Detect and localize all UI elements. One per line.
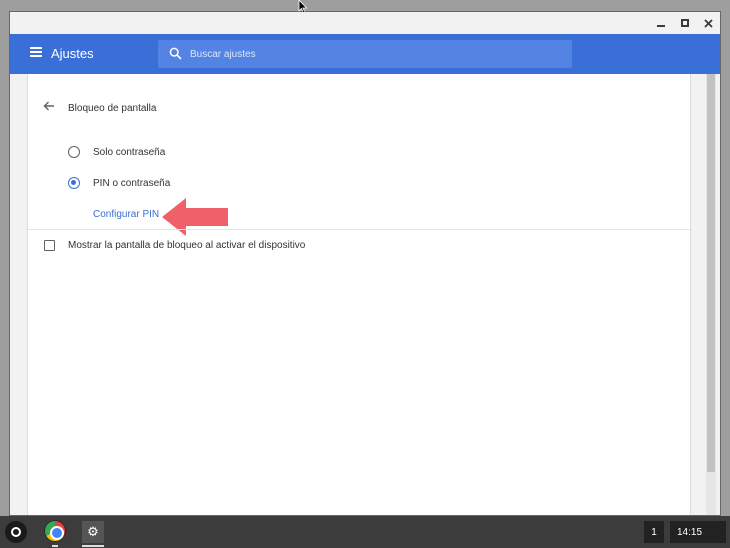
checkbox[interactable] (44, 240, 55, 251)
maximize-icon (681, 19, 689, 27)
red-pointer-arrow-icon (162, 198, 228, 236)
launcher-icon (11, 527, 21, 537)
app-title: Ajustes (51, 46, 94, 61)
settings-card: Bloqueo de pantalla Solo contraseña PIN … (27, 74, 692, 515)
search-input[interactable] (190, 40, 560, 68)
active-indicator (82, 545, 104, 547)
radio-button-selected[interactable] (68, 177, 80, 189)
radio-button[interactable] (68, 146, 80, 158)
settings-gear-icon[interactable]: ⚙ (82, 521, 104, 543)
vertical-scrollbar[interactable] (706, 74, 716, 515)
system-clock[interactable]: 14:15 (670, 521, 726, 543)
scrollbar-thumb[interactable] (707, 74, 715, 472)
taskbar-shelf: ⚙ 1 14:15 (0, 516, 730, 548)
radio-option-password-only[interactable]: Solo contraseña (68, 144, 165, 160)
section-title: Bloqueo de pantalla (68, 103, 157, 114)
window-titlebar[interactable] (10, 12, 720, 34)
configure-pin-link[interactable]: Configurar PIN (93, 209, 159, 220)
launcher-button[interactable] (5, 521, 27, 543)
content-area: Bloqueo de pantalla Solo contraseña PIN … (10, 74, 720, 515)
close-icon (703, 18, 713, 28)
notification-counter[interactable]: 1 (644, 521, 664, 543)
minimize-button[interactable] (653, 15, 669, 31)
search-box[interactable] (158, 40, 572, 68)
divider (28, 229, 692, 230)
back-arrow-icon[interactable] (42, 99, 56, 113)
hamburger-menu-icon[interactable] (30, 47, 42, 57)
radio-option-pin-or-password[interactable]: PIN o contraseña (68, 175, 170, 191)
search-icon (169, 47, 182, 60)
maximize-button[interactable] (677, 15, 693, 31)
close-button[interactable] (700, 15, 716, 31)
radio-label: Solo contraseña (93, 146, 166, 158)
running-indicator (52, 545, 58, 547)
checkbox-label: Mostrar la pantalla de bloqueo al activa… (68, 240, 306, 251)
radio-label: PIN o contraseña (93, 177, 171, 189)
chrome-browser-icon[interactable] (44, 520, 66, 542)
app-header: Ajustes (10, 34, 720, 74)
minimize-icon (657, 25, 665, 27)
lock-on-wake-option[interactable]: Mostrar la pantalla de bloqueo al activa… (44, 240, 305, 251)
settings-window: Ajustes Bloqueo de pantalla Solo contras… (10, 12, 720, 515)
